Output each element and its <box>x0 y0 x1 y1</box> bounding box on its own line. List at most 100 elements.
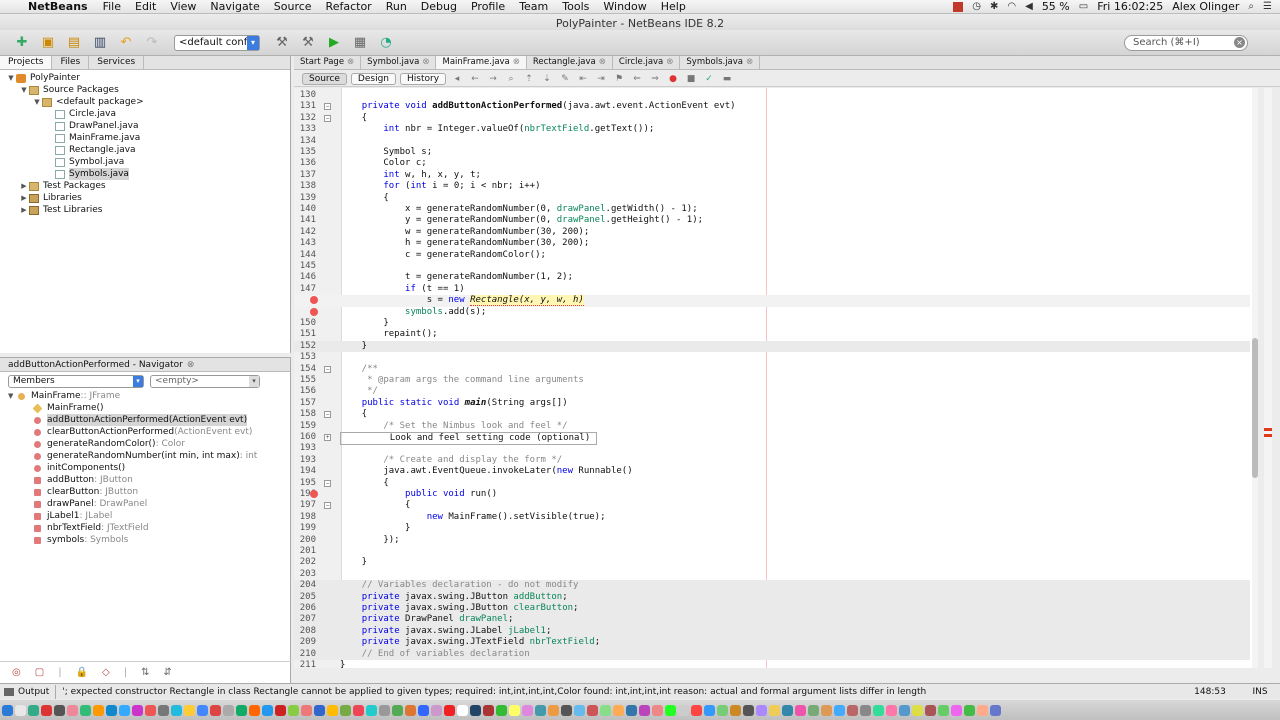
code-line[interactable]: 197− { <box>294 500 1250 511</box>
navigator-item[interactable]: symbols : Symbols <box>8 534 290 546</box>
dock-app-icon[interactable] <box>535 704 546 716</box>
run-icon[interactable]: ▶ <box>324 34 344 52</box>
tab-symbols-java[interactable]: Symbols.java ⊗ <box>680 56 761 69</box>
history-view-button[interactable]: History <box>400 72 447 85</box>
menu-source[interactable]: Source <box>267 0 319 13</box>
code-line[interactable]: 203 <box>294 569 1250 580</box>
tab-files[interactable]: Files <box>52 56 90 69</box>
collapse-fold-icon[interactable]: − <box>324 103 331 111</box>
dock-app-icon[interactable] <box>106 704 117 716</box>
dock-app-icon[interactable] <box>41 704 52 716</box>
dock-app-icon[interactable] <box>899 704 910 716</box>
code-line[interactable]: 208 private javax.swing.JLabel jLabel1; <box>294 625 1250 638</box>
tree-item[interactable]: ▶ Test Libraries <box>0 204 290 216</box>
code-line[interactable]: 196 public void run() <box>294 489 1250 500</box>
filter-inherited-icon[interactable]: ◇ <box>102 667 110 678</box>
code-editor[interactable]: 130 131− private void addButtonActionPerf… <box>294 88 1252 668</box>
menu-tools[interactable]: Tools <box>555 0 596 13</box>
find-selection-icon[interactable]: ⌕ <box>504 74 518 84</box>
sort-by-name-icon[interactable]: ⇅ <box>141 667 149 678</box>
dock-app-icon[interactable] <box>613 704 624 716</box>
find-previous-icon[interactable]: ⇡ <box>522 74 536 84</box>
tree-item[interactable]: ▶ Libraries <box>0 192 290 204</box>
menu-refactor[interactable]: Refactor <box>319 0 379 13</box>
code-line[interactable]: 151 repaint(); <box>294 329 1250 340</box>
battery-icon[interactable]: ▭ <box>1079 1 1088 12</box>
code-line[interactable]: 207 private DrawPanel drawPanel; <box>294 614 1250 626</box>
navigator-item[interactable]: clearButton : JButton <box>8 486 290 498</box>
dock-app-icon[interactable] <box>756 704 767 716</box>
dock-app-icon[interactable] <box>912 704 923 716</box>
dock-app-icon[interactable] <box>418 704 429 716</box>
close-icon[interactable]: ⊗ <box>347 57 354 67</box>
dock-app-icon[interactable] <box>938 704 949 716</box>
sort-by-source-icon[interactable]: ⇵ <box>163 667 171 678</box>
code-line[interactable]: 147 if (t == 1) <box>294 284 1250 295</box>
code-line[interactable]: 198 new MainFrame().setVisible(true); <box>294 512 1250 523</box>
last-edit-icon[interactable]: ◂ <box>450 74 464 84</box>
code-line[interactable]: 206 private javax.swing.JButton clearBut… <box>294 603 1250 615</box>
code-line[interactable]: 205 private javax.swing.JButton addButto… <box>294 591 1250 603</box>
error-marker[interactable] <box>1264 434 1272 437</box>
clock[interactable]: Fri 16:02:25 <box>1097 0 1163 13</box>
dock-app-icon[interactable] <box>509 704 520 716</box>
collapse-fold-icon[interactable]: − <box>324 114 331 122</box>
new-project-icon[interactable]: ▣ <box>38 34 58 52</box>
code-line[interactable]: 137 int w, h, x, y, t; <box>294 170 1250 181</box>
code-line[interactable]: 139 { <box>294 193 1250 204</box>
debug-icon[interactable]: ▦ <box>350 34 370 52</box>
code-line[interactable]: 131− private void addButtonActionPerform… <box>294 101 1250 112</box>
code-line[interactable]: 155 * @param args the command line argum… <box>294 375 1250 386</box>
code-line[interactable]: 134 <box>294 136 1250 147</box>
dock-app-icon[interactable] <box>171 704 182 716</box>
navigator-item[interactable]: generateRandomColor() : Color <box>8 438 290 450</box>
dock-app-icon[interactable] <box>80 704 91 716</box>
dock-app-icon[interactable] <box>782 704 793 716</box>
error-icon[interactable] <box>310 307 318 316</box>
dock-app-icon[interactable] <box>886 704 897 716</box>
dock-app-icon[interactable] <box>847 704 858 716</box>
code-line[interactable]: 152 } <box>294 340 1250 353</box>
error-marker[interactable] <box>1264 428 1272 431</box>
dock-app-icon[interactable] <box>210 704 221 716</box>
menu-navigate[interactable]: Navigate <box>203 0 266 13</box>
tree-item[interactable]: Circle.java <box>0 108 290 120</box>
dock-app-icon[interactable] <box>834 704 845 716</box>
clean-build-icon[interactable]: ⚒ <box>298 34 318 52</box>
dock-app-icon[interactable] <box>691 704 702 716</box>
save-all-icon[interactable]: ▥ <box>90 34 110 52</box>
dock-app-icon[interactable] <box>28 704 39 716</box>
navigator-item[interactable]: nbrTextField : JTextField <box>8 522 290 534</box>
dock-app-icon[interactable] <box>665 704 676 716</box>
menu-debug[interactable]: Debug <box>414 0 464 13</box>
source-view-button[interactable]: Source <box>302 72 347 85</box>
dock-app-icon[interactable] <box>275 704 286 716</box>
code-line[interactable]: 193 <box>294 443 1250 454</box>
tab-rectangle-java[interactable]: Rectangle.java ⊗ <box>527 56 613 69</box>
tab-mainframe-java[interactable]: MainFrame.java ⊗ <box>436 56 527 69</box>
dock-app-icon[interactable] <box>496 704 507 716</box>
code-line[interactable]: 133 int nbr = Integer.valueOf(nbrTextFie… <box>294 124 1250 135</box>
dock-app-icon[interactable] <box>795 704 806 716</box>
menu-view[interactable]: View <box>163 0 203 13</box>
code-line[interactable]: 130 <box>294 90 1250 101</box>
tree-item[interactable]: Symbols.java <box>0 168 290 180</box>
code-line[interactable]: 136 Color c; <box>294 158 1250 169</box>
design-view-button[interactable]: Design <box>350 72 396 85</box>
collapse-fold-icon[interactable]: − <box>324 479 331 487</box>
navigator-item[interactable]: ▼ MainFrame :: JFrame <box>8 390 290 402</box>
wifi-icon[interactable]: ◠ <box>1007 1 1016 12</box>
insert-mode[interactable]: INS <box>1240 687 1280 697</box>
dock-app-icon[interactable] <box>223 704 234 716</box>
filter-fields-icon[interactable]: ◎ <box>12 667 21 678</box>
dock-app-icon[interactable] <box>873 704 884 716</box>
navigator-item[interactable]: jLabel1 : JLabel <box>8 510 290 522</box>
shift-left-icon[interactable]: ⇐ <box>630 74 644 84</box>
navigator-item[interactable]: MainFrame() <box>8 402 290 414</box>
dock-app-icon[interactable] <box>366 704 377 716</box>
uncomment-icon[interactable]: ▬ <box>720 74 734 84</box>
close-icon[interactable]: ⊗ <box>187 358 195 371</box>
dock-app-icon[interactable] <box>249 704 260 716</box>
dock-app-icon[interactable] <box>470 704 481 716</box>
error-stripe[interactable] <box>1264 88 1272 668</box>
